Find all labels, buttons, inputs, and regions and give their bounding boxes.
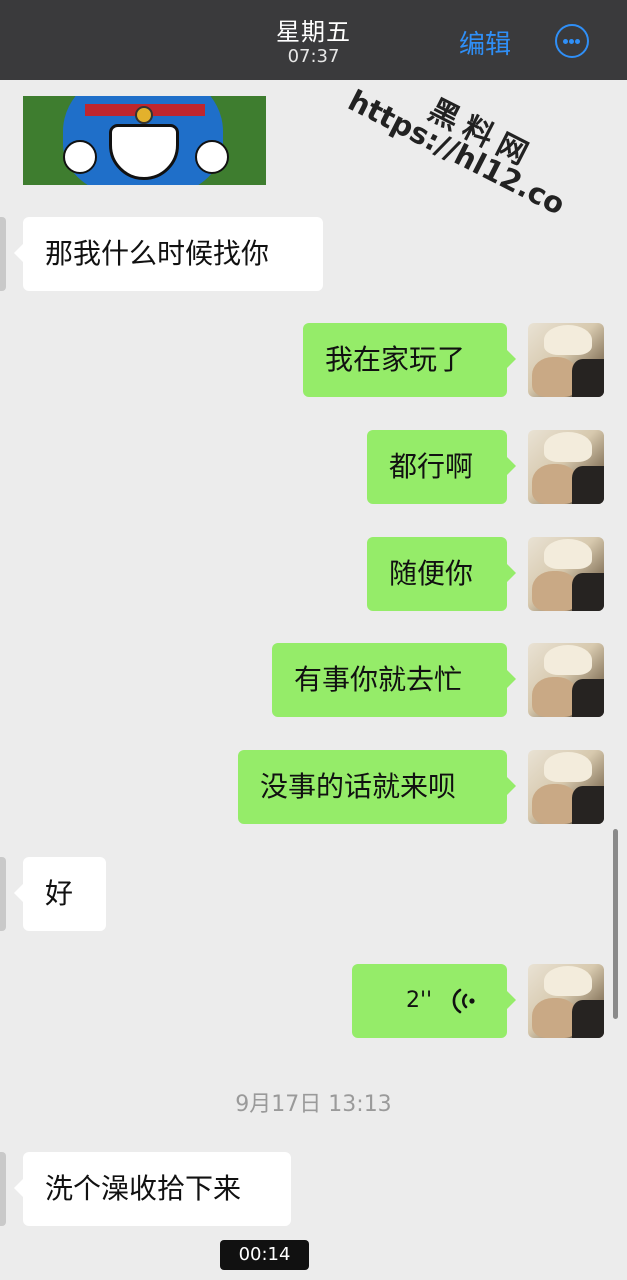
avatar-jacket [572,1000,604,1038]
sticker-paw [195,140,229,174]
more-dot [575,39,580,44]
avatar-hair [544,966,592,996]
contact-avatar-edge[interactable] [0,217,6,291]
avatar-hair [544,539,592,569]
sticker-bell [135,106,153,124]
avatar-jacket [572,573,604,611]
edit-button[interactable]: 编辑 [459,24,511,61]
avatar-jacket [572,359,604,397]
message-bubble-outgoing[interactable]: 没事的话就来呗 [238,750,516,824]
avatar-hair [544,752,592,782]
more-icon[interactable] [555,24,589,58]
avatar-hair [544,645,592,675]
more-dot [563,39,568,44]
message-bubble-outgoing[interactable]: 都行啊 [367,430,516,504]
date-separator: 9月17日 13:13 [235,1092,392,1117]
header-time: 07:37 [287,46,340,67]
my-avatar[interactable] [528,750,604,824]
my-avatar[interactable] [528,964,604,1038]
message-bubble-outgoing[interactable]: 随便你 [367,537,516,611]
my-avatar[interactable] [528,430,604,504]
more-dot [569,39,574,44]
sticker-image[interactable] [23,96,266,185]
avatar-jacket [572,466,604,504]
avatar-hair [544,432,592,462]
watermark-url: https://hl12.co [342,83,571,222]
voice-duration: 2'' [406,988,433,1013]
message-bubble-incoming[interactable]: 好 [14,857,106,931]
contact-avatar-edge[interactable] [0,857,6,931]
message-bubble-outgoing[interactable]: 有事你就去忙 [272,643,516,717]
voice-message-bubble[interactable]: 2'' [352,964,516,1038]
avatar-jacket [572,786,604,824]
message-bubble-incoming[interactable]: 洗个澡收拾下来 [14,1152,291,1226]
message-bubble-outgoing[interactable]: 我在家玩了 [303,323,516,397]
message-bubble-incoming[interactable]: 那我什么时候找你 [14,217,323,291]
chat-header: 星期五 07:37 编辑 [0,0,627,80]
watermark-title: 黑料网 [422,92,541,176]
contact-avatar-edge[interactable] [0,1152,6,1226]
my-avatar[interactable] [528,323,604,397]
avatar-jacket [572,679,604,717]
avatar-hair [544,325,592,355]
my-avatar[interactable] [528,643,604,717]
chat-screen: 星期五 07:37 编辑 那我什么时候找你 我在家玩了 都行啊 随便你 有事你就… [0,0,627,1280]
voice-wave-icon [452,988,475,1014]
scrollbar[interactable] [613,829,618,1019]
video-timer: 00:14 [220,1240,309,1270]
chat-title: 星期五 [276,18,351,46]
my-avatar[interactable] [528,537,604,611]
sticker-paw [63,140,97,174]
watermark: 黑料网 https://hl12.co [316,60,575,271]
